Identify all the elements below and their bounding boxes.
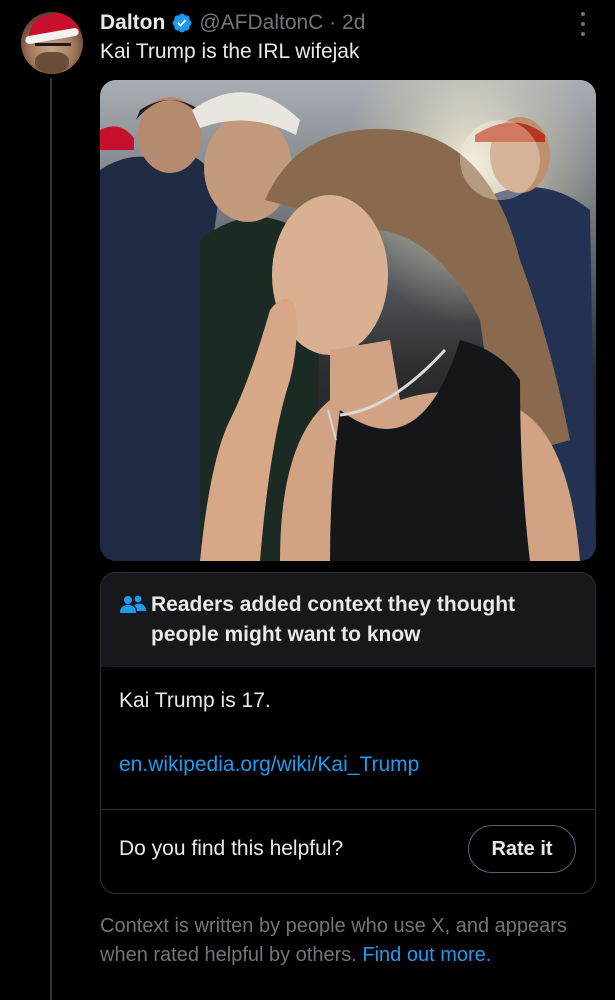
- community-note-body: Kai Trump is 17.: [119, 689, 271, 712]
- tweet-text: Kai Trump is the IRL wifejak: [100, 40, 360, 63]
- community-note: Readers added context they thought peopl…: [100, 572, 596, 894]
- photo-illustration: [100, 92, 596, 561]
- community-note-source-link[interactable]: en.wikipedia.org/wiki/Kai_Trump: [119, 753, 419, 777]
- footer-text: Context is written by people who use X, …: [100, 915, 567, 966]
- avatar[interactable]: [21, 12, 83, 74]
- thread-line: [50, 78, 52, 1000]
- people-icon: [120, 595, 146, 613]
- rate-it-button[interactable]: Rate it: [468, 825, 576, 873]
- tweet-photo[interactable]: [100, 80, 596, 561]
- verified-badge-icon: [172, 13, 192, 33]
- author-name[interactable]: Dalton: [100, 11, 165, 35]
- community-note-header: Readers added context they thought peopl…: [101, 573, 595, 667]
- find-out-more-link[interactable]: Find out more.: [362, 944, 491, 966]
- tweet-header: Dalton @AFDaltonC · 2d: [100, 8, 365, 38]
- community-notes-footer: Context is written by people who use X, …: [100, 912, 570, 970]
- author-handle-time[interactable]: @AFDaltonC · 2d: [199, 11, 365, 35]
- community-note-title: Readers added context they thought peopl…: [151, 593, 516, 646]
- helpful-question: Do you find this helpful?: [119, 837, 344, 860]
- divider: [101, 809, 595, 810]
- more-options-icon[interactable]: [574, 12, 592, 36]
